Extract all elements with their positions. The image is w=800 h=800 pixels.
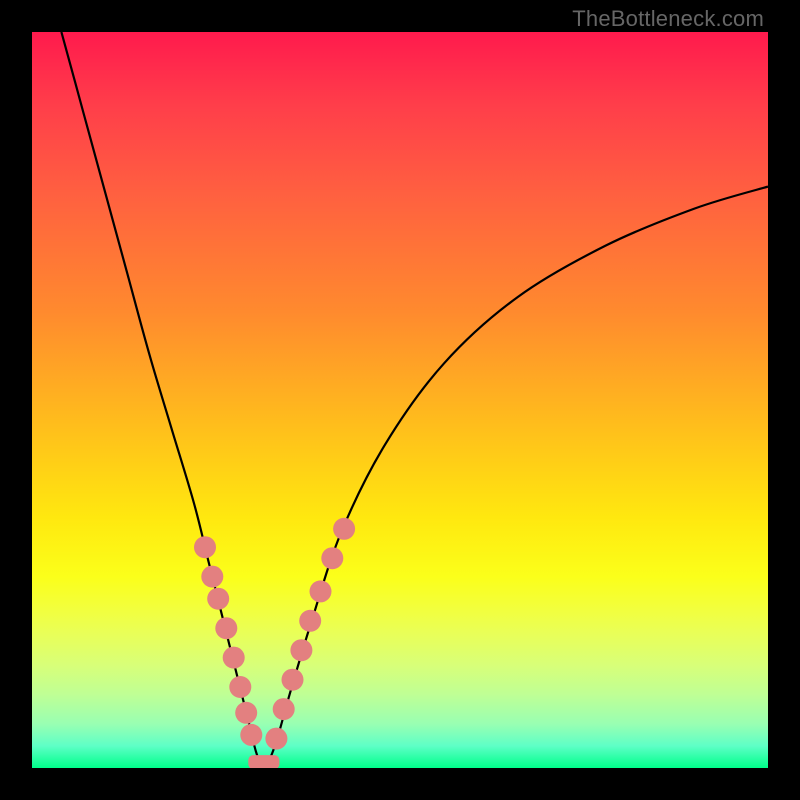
markers-right [265, 518, 355, 750]
bottleneck-curve [61, 32, 768, 768]
marker-dot [201, 566, 223, 588]
marker-dot [299, 610, 321, 632]
marker-dot [333, 518, 355, 540]
marker-dot [240, 724, 262, 746]
marker-dot [321, 547, 343, 569]
marker-dot [229, 676, 251, 698]
valley-bar [248, 755, 279, 768]
marker-dot [207, 588, 229, 610]
marker-dot [290, 639, 312, 661]
marker-dot [223, 647, 245, 669]
marker-dot [282, 669, 304, 691]
marker-dot [273, 698, 295, 720]
marker-dot [235, 702, 257, 724]
watermark-text: TheBottleneck.com [572, 6, 764, 32]
chart-frame: TheBottleneck.com [0, 0, 800, 800]
marker-dot [194, 536, 216, 558]
marker-dot [215, 617, 237, 639]
marker-dot [310, 580, 332, 602]
curve-svg [32, 32, 768, 768]
marker-dot [265, 728, 287, 750]
plot-area [32, 32, 768, 768]
